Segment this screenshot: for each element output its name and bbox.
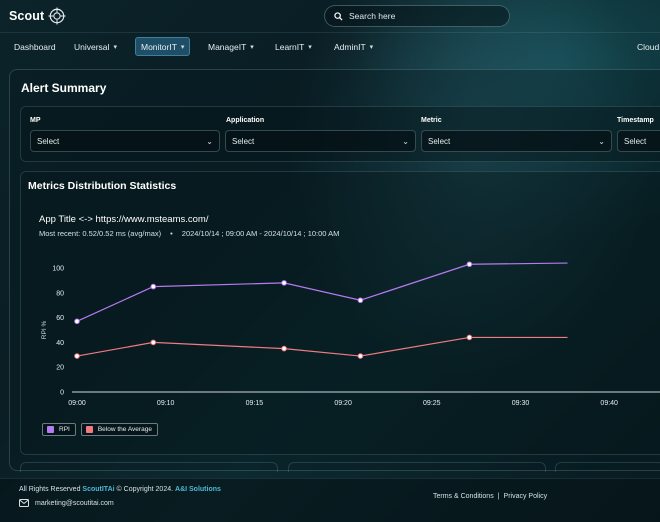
application-select[interactable]: Select ⌄ <box>225 130 416 152</box>
nav-item-dashboard[interactable]: Dashboard <box>9 37 61 56</box>
chevron-down-icon: ▾ <box>308 43 312 51</box>
data-point-rpi <box>150 283 157 290</box>
filter-label-timestamp: Timestamp <box>617 117 654 124</box>
chevron-down-icon: ⌄ <box>598 137 605 146</box>
chevron-down-icon: ▾ <box>180 43 185 51</box>
metrics-line-chart: 0 20 40 60 80 100 RPI % 09:00 09:10 09:15 09:20 09:… <box>41 261 660 407</box>
series-line-below-the-average <box>76 336 568 357</box>
nav-label: MonitorIT <box>141 41 177 52</box>
search-input[interactable]: Search here <box>349 11 395 21</box>
card-placeholder <box>288 462 546 472</box>
logo-text: Scout <box>9 9 45 23</box>
nav-item-adminit[interactable]: AdminIT ▾ <box>329 37 378 56</box>
recent-stats: Most recent: 0.52/0.52 ms (avg/max) • 20… <box>39 229 339 238</box>
y-tick-label: 100 <box>52 266 64 273</box>
chevron-down-icon: ⌄ <box>402 137 409 146</box>
y-tick-label: 60 <box>56 315 64 322</box>
privacy-link[interactable]: Privacy Policy <box>504 493 548 500</box>
chart-legend: RPI Below the Average <box>42 423 158 436</box>
nav-label: LearnIT <box>275 41 305 52</box>
y-tick-label: 0 <box>60 390 64 397</box>
legend-swatch-below-average <box>85 426 93 433</box>
nav-item-monitorit[interactable]: MonitorIT ▾ <box>135 37 191 56</box>
company-link[interactable]: A&I Solutions <box>175 486 221 493</box>
legend-item-below-average[interactable]: Below the Average <box>80 423 158 436</box>
chevron-down-icon: ▾ <box>113 43 117 51</box>
data-point-below-the-average <box>74 353 80 359</box>
nav-item-cloud[interactable]: Cloud <box>632 37 660 56</box>
x-tick-label: 09:20 <box>334 400 352 407</box>
nav-label: AdminIT <box>334 41 366 52</box>
mp-select[interactable]: Select ⌄ <box>30 130 220 152</box>
copy-text: © Copyright 2024. <box>116 486 174 493</box>
nav-item-learnit[interactable]: LearnIT ▾ <box>270 37 317 56</box>
separator-dot: • <box>170 229 173 238</box>
metric-select[interactable]: Select ⌄ <box>421 130 612 152</box>
select-value: Select <box>232 136 255 146</box>
select-value: Select <box>428 136 451 146</box>
x-tick-label: 09:00 <box>68 400 86 407</box>
nav-item-universal[interactable]: Universal ▾ <box>69 37 122 56</box>
copyright: All Rights Reserved ScoutITAi © Copyrigh… <box>19 486 221 493</box>
legend-label: RPI <box>59 426 70 433</box>
most-recent-text: Most recent: 0.52/0.52 ms (avg/max) <box>39 229 162 238</box>
series-line-rpi <box>76 262 568 322</box>
y-tick-label: 80 <box>56 290 64 297</box>
x-tick-label: 09:15 <box>246 400 264 407</box>
metrics-title: Metrics Distribution Statistics <box>28 180 177 192</box>
x-tick-label: 09:10 <box>157 400 175 407</box>
filter-label-mp: MP <box>30 117 41 124</box>
card-placeholder <box>20 462 278 472</box>
terms-link[interactable]: Terms & Conditions <box>433 493 494 500</box>
brand-link[interactable]: ScoutITAi <box>82 486 114 493</box>
data-point-rpi <box>357 297 364 304</box>
legend-item-rpi[interactable]: RPI <box>42 423 76 436</box>
select-value: Select <box>37 136 60 146</box>
app-title: App Title <-> https://www.msteams.com/ <box>39 214 209 225</box>
footer-links: Terms & Conditions | Privacy Policy <box>433 493 547 500</box>
chevron-down-icon: ⌄ <box>206 137 213 146</box>
legend-swatch-rpi <box>47 426 54 433</box>
data-point-rpi <box>74 318 80 325</box>
email-text: marketing@scoutitai.com <box>35 499 114 507</box>
nav-label: Universal <box>74 41 110 52</box>
search-bar[interactable]: Search here <box>324 5 510 27</box>
nav-label: Dashboard <box>14 41 56 52</box>
filter-label-application: Application <box>226 117 265 124</box>
time-range-text: 2024/10/14 ; 09:00 AM - 2024/10/14 ; 10:… <box>181 229 340 238</box>
data-point-below-the-average <box>357 353 364 359</box>
y-tick-label: 40 <box>56 340 64 347</box>
data-point-below-the-average <box>281 345 287 352</box>
top-bar: Scout Search here <box>0 0 660 32</box>
nav-label: ManageIT <box>208 41 247 52</box>
y-axis-label: RPI % <box>41 321 48 340</box>
x-tick-label: 09:25 <box>423 400 441 407</box>
card-placeholder <box>555 462 660 472</box>
rights-text: All Rights Reserved <box>19 486 81 493</box>
logo[interactable]: Scout <box>9 7 66 25</box>
data-point-below-the-average <box>466 334 473 341</box>
chevron-down-icon: ▾ <box>369 43 374 51</box>
link-divider: | <box>497 493 500 500</box>
filter-label-metric: Metric <box>421 117 442 124</box>
main-nav: Dashboard Universal ▾ MonitorIT ▾ Manage… <box>0 32 660 62</box>
timestamp-select[interactable]: Select <box>617 130 660 152</box>
x-tick-label: 09:30 <box>512 400 530 407</box>
chevron-down-icon: ▾ <box>250 43 254 51</box>
page-title: Alert Summary <box>21 81 107 95</box>
crosshair-logo-icon <box>48 7 66 25</box>
x-tick-label: 09:40 <box>600 400 618 407</box>
nav-item-manageit[interactable]: ManageIT ▾ <box>203 37 259 56</box>
data-point-below-the-average <box>150 339 157 346</box>
data-point-rpi <box>466 261 473 268</box>
mail-icon <box>19 499 29 507</box>
email-contact[interactable]: marketing@scoutitai.com <box>19 499 114 507</box>
nav-label: Cloud <box>637 41 660 52</box>
search-icon <box>334 11 343 21</box>
legend-label: Below the Average <box>97 426 152 433</box>
select-value: Select <box>624 136 647 146</box>
y-tick-label: 20 <box>56 365 64 372</box>
data-point-rpi <box>281 280 287 286</box>
